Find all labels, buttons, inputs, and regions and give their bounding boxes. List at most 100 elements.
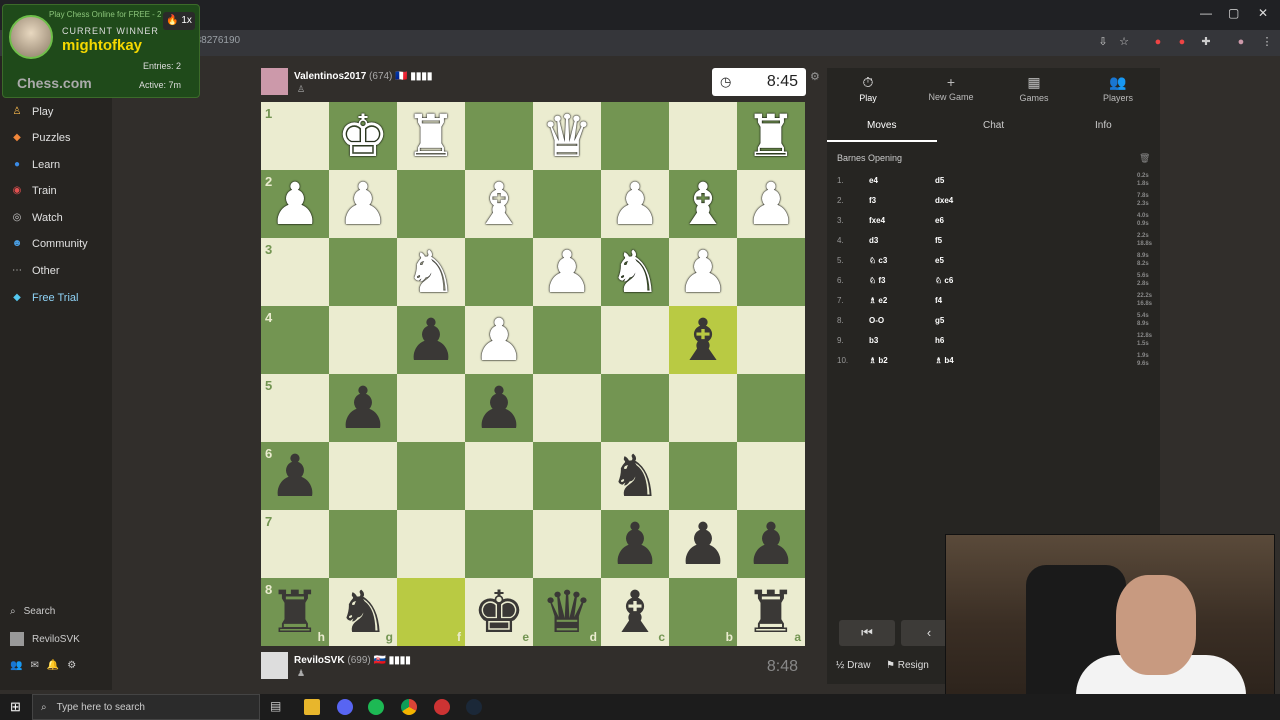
windows-start-icon[interactable]: ⊞ [10,699,21,715]
discord-icon[interactable] [337,699,353,715]
board-square[interactable]: 4 [261,306,329,374]
board-square[interactable] [601,306,669,374]
board-square[interactable] [329,442,397,510]
board-square[interactable] [465,510,533,578]
black-move[interactable]: ♘ c6 [935,276,953,285]
bookmark-star-icon[interactable]: ☆ [1117,35,1131,49]
black-queen[interactable]: ♛ [533,578,601,646]
player-name[interactable]: ReviloSVK (699) 🇸🇰 ▮▮▮▮ [294,655,411,666]
board-square[interactable]: ♟ [329,170,397,238]
board-square[interactable] [601,374,669,442]
task-view-icon[interactable]: ▤ [270,699,281,713]
board-square[interactable]: 1 [261,102,329,170]
board-square[interactable] [737,442,805,510]
friends-icon[interactable]: 👥 [10,660,22,671]
board-square[interactable]: ♟ [669,510,737,578]
board-square[interactable]: ♟ [737,170,805,238]
board-square[interactable] [669,374,737,442]
sidebar-item-learn[interactable]: ● Learn [10,155,60,175]
board-square[interactable]: d ♛ [533,578,601,646]
board-square[interactable]: b [669,578,737,646]
white-queen[interactable]: ♛ [533,102,601,170]
sidebar-item-train[interactable]: ◉ Train [10,181,57,201]
board-square[interactable]: ♜ [737,102,805,170]
board-square[interactable]: ♝ [669,306,737,374]
board-square[interactable]: ♜ [397,102,465,170]
black-knight[interactable]: ♞ [601,442,669,510]
board-square[interactable]: ♞ [601,238,669,306]
tab-play[interactable]: ⏱ Play [833,74,903,103]
black-king[interactable]: ♚ [465,578,533,646]
steam-icon[interactable] [466,699,482,715]
board-square[interactable]: ♟ [397,306,465,374]
trash-icon[interactable]: 🗑 [1139,153,1150,164]
taskbar-search[interactable]: ⌕ Type here to search [32,694,260,720]
spotify-icon[interactable] [368,699,384,715]
board-square[interactable] [329,238,397,306]
player-name[interactable]: Valentinos2017 (674) 🇫🇷 ▮▮▮▮ [294,71,432,82]
maximize-icon[interactable]: ▢ [1228,6,1239,20]
tab-new-game[interactable]: + New Game [916,74,986,102]
white-pawn[interactable]: ♟ [329,170,397,238]
board-square[interactable]: ♟ [601,510,669,578]
extensions-puzzle-icon[interactable]: ✚ [1199,35,1213,49]
install-icon[interactable]: ⇩ [1096,35,1110,49]
tab-games[interactable]: ▦ Games [999,74,1069,103]
board-square[interactable]: ♞ [601,442,669,510]
black-pawn[interactable]: ♟ [397,306,465,374]
white-move[interactable]: ♘ f3 [869,276,886,285]
board-square[interactable] [329,306,397,374]
board-square[interactable]: ♟ [533,238,601,306]
first-move-button[interactable]: ⏮ [839,620,895,646]
board-square[interactable]: 3 [261,238,329,306]
board-square[interactable]: ♟ [465,306,533,374]
subtab-info[interactable]: Info [1095,120,1112,131]
black-pawn[interactable]: ♟ [601,510,669,578]
white-rook[interactable]: ♜ [737,102,805,170]
board-square[interactable] [737,306,805,374]
white-knight[interactable]: ♞ [601,238,669,306]
board-square[interactable]: ♝ [465,170,533,238]
board-square[interactable]: 2 ♟ [261,170,329,238]
black-move[interactable]: f5 [935,236,942,245]
black-rook[interactable]: ♜ [261,578,329,646]
white-move[interactable]: e4 [869,176,878,185]
white-rook[interactable]: ♜ [397,102,465,170]
white-move[interactable]: O-O [869,316,884,325]
board-square[interactable] [397,170,465,238]
extension-icon[interactable]: ● [1175,35,1189,49]
black-move[interactable]: f4 [935,296,942,305]
black-pawn[interactable]: ♟ [261,442,329,510]
settings-gear-icon[interactable]: ⚙ [67,660,76,671]
board-square[interactable]: a ♜ [737,578,805,646]
board-square[interactable]: g ♞ [329,578,397,646]
board-square[interactable] [533,170,601,238]
avatar[interactable] [261,652,288,679]
board-square[interactable]: c ♝ [601,578,669,646]
black-knight[interactable]: ♞ [329,578,397,646]
board-square[interactable]: ♞ [397,238,465,306]
board-square[interactable]: 7 [261,510,329,578]
board-square[interactable]: ♟ [601,170,669,238]
minimize-icon[interactable]: — [1200,6,1212,20]
sidebar-search[interactable]: ⌕ Search [10,606,55,617]
board-square[interactable] [533,442,601,510]
black-pawn[interactable]: ♟ [465,374,533,442]
board-square[interactable] [601,102,669,170]
board-settings-gear-icon[interactable]: ⚙ [810,70,820,83]
board-square[interactable]: 6 ♟ [261,442,329,510]
white-move[interactable]: ♘ c3 [869,256,887,265]
board-square[interactable] [397,374,465,442]
board-square[interactable]: ♟ [737,510,805,578]
white-bishop[interactable]: ♝ [669,170,737,238]
sidebar-item-watch[interactable]: ◎ Watch [10,208,63,228]
sidebar-item-play[interactable]: ♙ Play [10,102,54,122]
white-pawn[interactable]: ♟ [737,170,805,238]
black-move[interactable]: g5 [935,316,944,325]
board-square[interactable]: 5 [261,374,329,442]
black-move[interactable]: e5 [935,256,944,265]
white-pawn[interactable]: ♟ [533,238,601,306]
black-move[interactable]: ♗ b4 [935,356,954,365]
board-square[interactable]: ♚ [329,102,397,170]
board-square[interactable] [397,442,465,510]
